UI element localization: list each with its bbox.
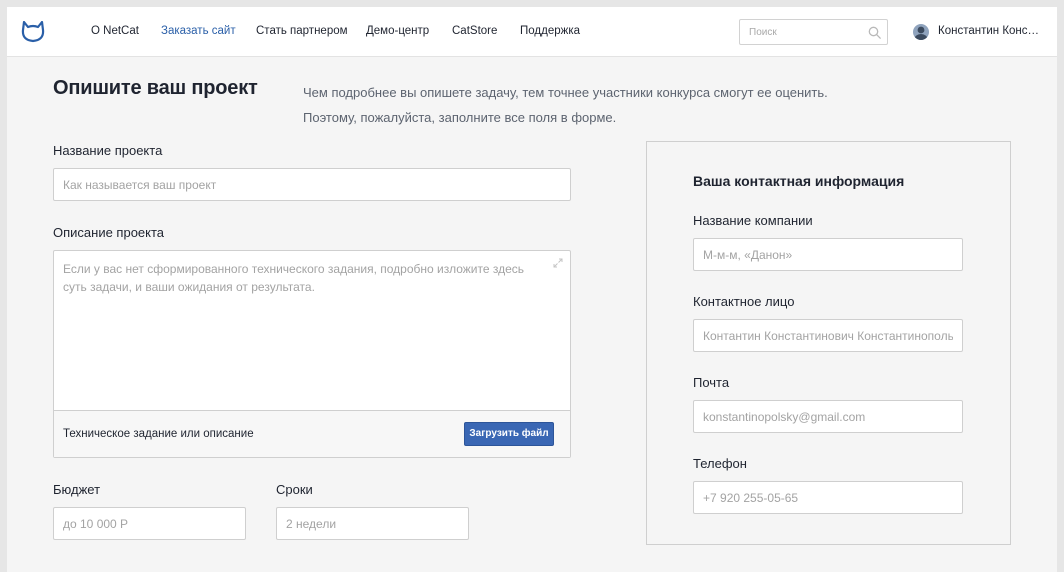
netcat-logo-icon[interactable] (21, 21, 45, 43)
company-name-label: Название компании (693, 213, 813, 228)
contact-person-input[interactable] (693, 319, 963, 352)
contact-card-title: Ваша контактная информация (693, 173, 905, 189)
intro-line-2: Поэтому, пожалуйста, заполните все поля … (303, 110, 617, 125)
nav-item-about-netcat[interactable]: О NetCat (91, 25, 139, 37)
contact-person-label: Контактное лицо (693, 294, 795, 309)
search-box (739, 19, 888, 45)
company-name-input[interactable] (693, 238, 963, 271)
budget-input[interactable] (53, 507, 246, 540)
user-avatar[interactable] (913, 24, 929, 40)
phone-input[interactable] (693, 481, 963, 514)
deadline-label: Сроки (276, 482, 313, 497)
user-name[interactable]: Константин Константинопольский (938, 25, 1042, 37)
project-name-input[interactable] (53, 168, 571, 201)
intro-text: Чем подробнее вы опишете задачу, тем точ… (303, 80, 828, 130)
app-window: О NetCat Заказать сайт Стать партнером Д… (7, 7, 1057, 572)
attachment-bar: Техническое задание или описание Загрузи… (54, 410, 570, 457)
project-description-label: Описание проекта (53, 225, 165, 240)
nav-item-support[interactable]: Поддержка (520, 25, 580, 37)
attachment-label: Техническое задание или описание (63, 428, 254, 440)
expand-icon[interactable] (553, 258, 563, 268)
deadline-input[interactable] (276, 507, 469, 540)
page-title: Опишите ваш проект (53, 77, 258, 99)
email-label: Почта (693, 375, 730, 390)
email-input[interactable] (693, 400, 963, 433)
search-icon[interactable] (868, 26, 881, 39)
top-navigation-bar: О NetCat Заказать сайт Стать партнером Д… (7, 7, 1057, 57)
project-name-label: Название проекта (53, 143, 163, 158)
nav-item-demo-center[interactable]: Демо-центр (366, 25, 429, 37)
nav-item-become-partner[interactable]: Стать партнером (256, 25, 348, 37)
budget-label: Бюджет (53, 482, 101, 497)
contact-info-card: Ваша контактная информация Название комп… (646, 141, 1011, 545)
project-description-textarea[interactable] (54, 251, 570, 409)
nav-item-order-site[interactable]: Заказать сайт (161, 25, 236, 37)
phone-label: Телефон (693, 456, 747, 471)
upload-file-button[interactable]: Загрузить файл (464, 422, 554, 446)
intro-line-1: Чем подробнее вы опишете задачу, тем точ… (303, 85, 828, 100)
project-description-box: Техническое задание или описание Загрузи… (53, 250, 571, 458)
search-input[interactable] (740, 20, 860, 44)
nav-item-catstore[interactable]: CatStore (452, 25, 497, 37)
